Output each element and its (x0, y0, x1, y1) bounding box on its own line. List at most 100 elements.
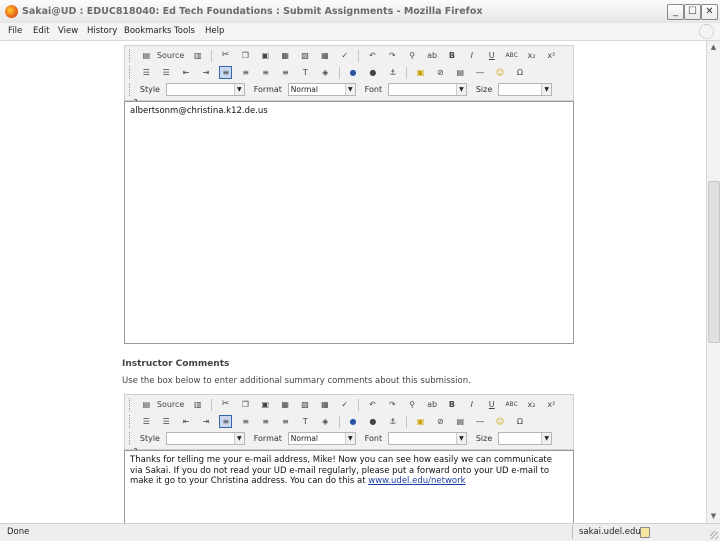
indent-icon[interactable]: ⇥ (200, 415, 213, 428)
replace-icon[interactable]: ab (426, 398, 439, 411)
preview-icon[interactable]: ▥ (191, 49, 204, 62)
insert-table-icon[interactable]: ▤ (454, 415, 467, 428)
menu-history[interactable]: History (87, 26, 117, 36)
undo-icon[interactable]: ↶ (366, 49, 379, 62)
outdent-icon[interactable]: ⇤ (180, 415, 193, 428)
horizontal-rule-icon[interactable]: ― (474, 66, 487, 79)
menu-bookmarks[interactable]: Bookmarks (124, 26, 172, 36)
style-select[interactable]: ▼ (165, 432, 245, 445)
redo-icon[interactable]: ↷ (386, 49, 399, 62)
size-select[interactable]: ▼ (498, 83, 553, 96)
underline-button[interactable]: U (485, 49, 498, 62)
subscript-button[interactable]: x₂ (525, 398, 538, 411)
bulleted-list-icon[interactable]: ☰ (160, 66, 173, 79)
numbered-list-icon[interactable]: ☰ (140, 66, 153, 79)
source-icon[interactable]: ▤ (140, 49, 153, 62)
find-icon[interactable]: ⚲ (406, 49, 419, 62)
scroll-down-icon[interactable]: ▼ (708, 511, 719, 522)
source-button[interactable]: Source (157, 400, 184, 409)
vertical-scrollbar[interactable]: ▲ ▼ (706, 41, 720, 523)
spellcheck-icon[interactable]: ✓ (338, 49, 351, 62)
align-justify-icon[interactable]: ≡ (279, 66, 292, 79)
strikethrough-button[interactable]: ABC (505, 398, 518, 411)
paste-text-icon[interactable]: ▦ (279, 398, 292, 411)
minimize-button[interactable]: _ (667, 4, 684, 20)
chevron-down-icon[interactable]: ▼ (233, 84, 244, 95)
background-color-icon[interactable]: ◈ (319, 415, 332, 428)
anchor-icon[interactable]: ⚓ (386, 66, 399, 79)
subscript-button[interactable]: x₂ (525, 49, 538, 62)
flash-icon[interactable]: ⊘ (434, 66, 447, 79)
align-right-icon[interactable]: ≡ (259, 415, 272, 428)
spellcheck-icon[interactable]: ✓ (338, 398, 351, 411)
menu-tools[interactable]: Tools (174, 26, 195, 36)
paste-text-icon[interactable]: ▦ (279, 49, 292, 62)
bulleted-list-icon[interactable]: ☰ (160, 415, 173, 428)
image-icon[interactable]: ▣ (414, 66, 427, 79)
special-character-icon[interactable]: Ω (513, 415, 526, 428)
italic-button[interactable]: I (465, 398, 478, 411)
flash-icon[interactable]: ⊘ (434, 415, 447, 428)
chevron-down-icon[interactable]: ▼ (541, 433, 552, 444)
unlink-icon[interactable]: ● (366, 415, 379, 428)
superscript-button[interactable]: x² (545, 398, 558, 411)
network-link[interactable]: www.udel.edu/network (368, 476, 465, 486)
link-icon[interactable]: ● (347, 415, 360, 428)
bold-button[interactable]: B (445, 49, 458, 62)
chevron-down-icon[interactable]: ▼ (344, 433, 355, 444)
align-center-icon[interactable]: ≡ (239, 66, 252, 79)
paste-word-icon[interactable]: ▧ (298, 398, 311, 411)
size-select[interactable]: ▼ (498, 432, 553, 445)
menu-edit[interactable]: Edit (33, 26, 49, 36)
align-right-icon[interactable]: ≡ (259, 66, 272, 79)
anchor-icon[interactable]: ⚓ (386, 415, 399, 428)
maximize-button[interactable]: ☐ (684, 4, 701, 20)
align-left-icon[interactable]: ≡ (219, 66, 233, 79)
resize-grip-icon[interactable] (710, 531, 718, 539)
format-select[interactable]: Normal ▼ (287, 83, 356, 96)
unlink-icon[interactable]: ● (366, 66, 379, 79)
chevron-down-icon[interactable]: ▼ (455, 84, 466, 95)
redo-icon[interactable]: ↷ (386, 398, 399, 411)
underline-button[interactable]: U (485, 398, 498, 411)
italic-button[interactable]: I (465, 49, 478, 62)
align-center-icon[interactable]: ≡ (239, 415, 252, 428)
source-button[interactable]: Source (157, 51, 184, 60)
text-color-icon[interactable]: T (299, 415, 312, 428)
outdent-icon[interactable]: ⇤ (180, 66, 193, 79)
align-left-icon[interactable]: ≡ (219, 415, 233, 428)
scroll-thumb[interactable] (708, 181, 720, 343)
source-icon[interactable]: ▤ (140, 398, 153, 411)
smiley-icon[interactable]: ☺ (494, 415, 507, 428)
preview-icon[interactable]: ▥ (191, 398, 204, 411)
copy-icon[interactable]: ❐ (239, 398, 252, 411)
menu-file[interactable]: File (8, 26, 22, 36)
bold-button[interactable]: B (445, 398, 458, 411)
horizontal-rule-icon[interactable]: ― (474, 415, 487, 428)
paste-icon[interactable]: ▣ (259, 398, 272, 411)
text-color-icon[interactable]: T (299, 66, 312, 79)
chevron-down-icon[interactable]: ▼ (455, 433, 466, 444)
undo-icon[interactable]: ↶ (366, 398, 379, 411)
special-character-icon[interactable]: Ω (513, 66, 526, 79)
chevron-down-icon[interactable]: ▼ (344, 84, 355, 95)
numbered-list-icon[interactable]: ☰ (140, 415, 153, 428)
align-justify-icon[interactable]: ≡ (279, 415, 292, 428)
copy-icon[interactable]: ❐ (239, 49, 252, 62)
menu-help[interactable]: Help (205, 26, 224, 36)
smiley-icon[interactable]: ☺ (494, 66, 507, 79)
paste-word-icon[interactable]: ▧ (298, 49, 311, 62)
submission-text-area[interactable]: albertsonm@christina.k12.de.us (124, 101, 574, 344)
background-color-icon[interactable]: ◈ (319, 66, 332, 79)
font-select[interactable]: ▼ (387, 432, 467, 445)
font-select[interactable]: ▼ (387, 83, 467, 96)
chevron-down-icon[interactable]: ▼ (233, 433, 244, 444)
menu-view[interactable]: View (58, 26, 78, 36)
comments-text-area[interactable]: Thanks for telling me your e-mail addres… (124, 450, 574, 523)
format-select[interactable]: Normal ▼ (287, 432, 356, 445)
find-icon[interactable]: ⚲ (406, 398, 419, 411)
replace-icon[interactable]: ab (426, 49, 439, 62)
paste-icon[interactable]: ▣ (259, 49, 272, 62)
superscript-button[interactable]: x² (545, 49, 558, 62)
chevron-down-icon[interactable]: ▼ (541, 84, 552, 95)
